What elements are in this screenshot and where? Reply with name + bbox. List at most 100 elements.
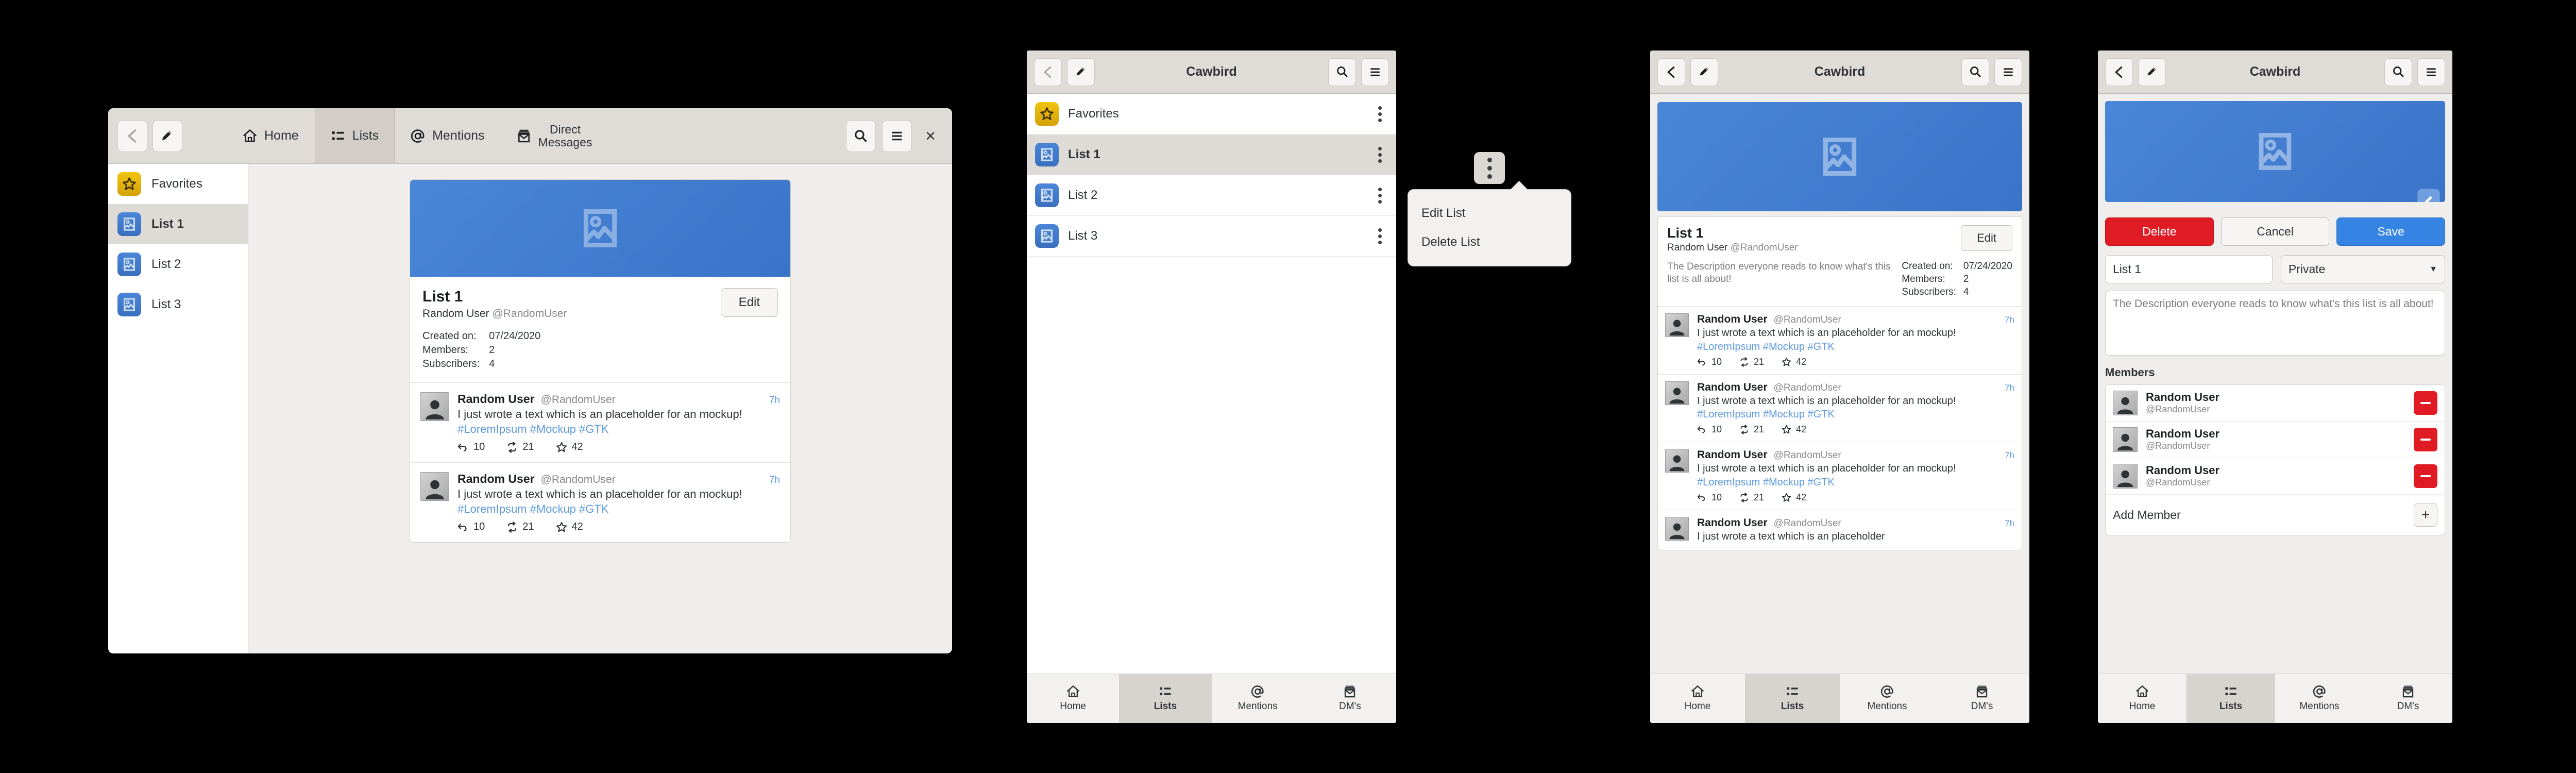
search-button[interactable]	[846, 120, 876, 152]
nav-lists[interactable]: Lists	[1119, 674, 1212, 723]
back-button[interactable]	[2105, 58, 2133, 86]
compose-button[interactable]	[1690, 58, 1718, 86]
tweet-hashtags[interactable]: #LoremIpsum #Mockup #GTK	[1697, 409, 2014, 421]
retweet-action[interactable]: 21	[506, 441, 534, 453]
envelope-icon	[1344, 685, 1356, 698]
save-button[interactable]: Save	[2336, 217, 2446, 246]
person-icon	[1669, 320, 1685, 336]
nav-home[interactable]: Home	[2098, 674, 2187, 723]
retweet-action[interactable]: 21	[1739, 424, 1764, 435]
row-menu-button[interactable]	[1372, 184, 1388, 207]
retweet-action[interactable]: 21	[506, 521, 534, 533]
tweet-author-name: Random User	[457, 392, 535, 406]
nav-mentions[interactable]: Mentions	[1840, 674, 1935, 723]
detail-scroll-area[interactable]: List 1 Random User @RandomUser Edit The …	[1650, 94, 2029, 674]
row-menu-button-active[interactable]	[1474, 152, 1505, 184]
back-button[interactable]	[117, 120, 147, 152]
nav-lists[interactable]: Lists	[2187, 674, 2275, 723]
tweet-hashtags[interactable]: #LoremIpsum #Mockup #GTK	[457, 423, 780, 436]
reply-action[interactable]: 10	[1697, 357, 1722, 367]
reply-action[interactable]: 10	[457, 441, 485, 453]
back-button[interactable]	[1657, 58, 1685, 86]
nav-home[interactable]: Home	[1650, 674, 1745, 723]
edit-scroll-area[interactable]: Delete Cancel Save List 1 Private ▼ The …	[2098, 94, 2452, 674]
nav-lists[interactable]: Lists	[1745, 674, 1840, 723]
close-button[interactable]: ×	[918, 127, 943, 145]
reply-action[interactable]: 10	[1697, 492, 1722, 503]
compose-button[interactable]	[152, 120, 182, 152]
remove-member-button[interactable]	[2414, 428, 2437, 451]
menu-item-edit-list[interactable]: Edit List	[1408, 199, 1571, 228]
list-name-input[interactable]: List 1	[2105, 255, 2273, 283]
menu-button[interactable]	[882, 120, 912, 152]
edit-banner-button[interactable]	[2417, 189, 2440, 202]
favorite-action[interactable]: 42	[1782, 424, 1806, 435]
sidebar-item-list-3[interactable]: List 3	[108, 284, 248, 325]
delete-button[interactable]: Delete	[2105, 217, 2214, 246]
tab-mentions[interactable]: Mentions	[395, 108, 500, 163]
list-item-list-2[interactable]: List 2	[1027, 175, 1396, 216]
tweet-row[interactable]: Random User @RandomUser 7h I just wrote …	[1658, 510, 2022, 550]
row-menu-button[interactable]	[1372, 225, 1388, 247]
reply-action[interactable]: 10	[457, 521, 485, 533]
nav-mentions[interactable]: Mentions	[2275, 674, 2364, 723]
member-row[interactable]: Random User @RandomUser	[2106, 385, 2445, 422]
member-row[interactable]: Random User @RandomUser	[2106, 422, 2445, 458]
retweet-action[interactable]: 21	[1739, 492, 1764, 503]
row-menu-button[interactable]	[1372, 103, 1388, 125]
remove-member-button[interactable]	[2414, 464, 2437, 488]
compose-button[interactable]	[2138, 58, 2166, 86]
list-description-textarea[interactable]: The Description everyone reads to know w…	[2105, 291, 2445, 356]
favorite-action[interactable]: 42	[1782, 357, 1806, 367]
remove-member-button[interactable]	[2414, 391, 2437, 415]
list-item-favorites[interactable]: Favorites	[1027, 94, 1396, 135]
reply-action[interactable]: 10	[1697, 424, 1722, 435]
tweet-hashtags[interactable]: #LoremIpsum #Mockup #GTK	[1697, 477, 2014, 489]
list-item-list-1[interactable]: List 1	[1027, 135, 1396, 175]
row-menu-button[interactable]	[1372, 144, 1388, 166]
pencil-icon	[2424, 195, 2432, 202]
nav-dms[interactable]: DM's	[2364, 674, 2452, 723]
tweet-row[interactable]: Random User @RandomUser 7h I just wrote …	[410, 463, 790, 542]
cancel-button[interactable]: Cancel	[2221, 217, 2330, 246]
menu-item-delete-list[interactable]: Delete List	[1408, 228, 1571, 257]
nav-dms[interactable]: DM's	[1935, 674, 2029, 723]
menu-button[interactable]	[1361, 58, 1389, 86]
compose-button[interactable]	[1067, 58, 1095, 86]
favorite-action[interactable]: 42	[556, 441, 583, 453]
sidebar-item-list-1[interactable]: List 1	[108, 204, 248, 244]
tweet-row[interactable]: Random User @RandomUser 7h I just wrote …	[1658, 442, 2022, 510]
edit-button[interactable]: Edit	[1961, 225, 2012, 251]
tweet-hashtags[interactable]: #LoremIpsum #Mockup #GTK	[457, 502, 780, 516]
tab-home[interactable]: Home	[227, 108, 315, 163]
tab-direct-messages[interactable]: Direct Messages	[501, 108, 608, 163]
header-right-actions	[1328, 58, 1389, 86]
member-row[interactable]: Random User @RandomUser	[2106, 458, 2445, 495]
search-button[interactable]	[2384, 58, 2412, 86]
privacy-select[interactable]: Private ▼	[2280, 255, 2445, 283]
retweet-action[interactable]: 21	[1739, 357, 1764, 367]
sidebar-item-list-2[interactable]: List 2	[108, 244, 248, 284]
add-member-row[interactable]: Add Member +	[2106, 495, 2445, 535]
tweet-row[interactable]: Random User @RandomUser 7h I just wrote …	[1658, 307, 2022, 375]
edit-button[interactable]: Edit	[720, 288, 778, 317]
favorite-action[interactable]: 42	[556, 521, 583, 533]
search-button[interactable]	[1961, 58, 1989, 86]
favorite-action[interactable]: 42	[1782, 492, 1806, 503]
tweet-row[interactable]: Random User @RandomUser 7h I just wrote …	[410, 383, 790, 463]
tweet-row[interactable]: Random User @RandomUser 7h I just wrote …	[1658, 375, 2022, 443]
nav-home[interactable]: Home	[1027, 674, 1119, 723]
nav-mentions[interactable]: Mentions	[1212, 674, 1304, 723]
tweet-hashtags[interactable]: #LoremIpsum #Mockup #GTK	[1697, 341, 2014, 353]
sidebar-item-favorites[interactable]: Favorites	[108, 164, 248, 204]
menu-button[interactable]	[1994, 58, 2022, 86]
add-member-button[interactable]: +	[2414, 503, 2437, 527]
hamburger-icon	[2004, 68, 2013, 76]
list-item-list-3[interactable]: List 3	[1027, 216, 1396, 257]
nav-dms[interactable]: DM's	[1304, 674, 1396, 723]
search-button[interactable]	[1328, 58, 1356, 86]
menu-button[interactable]	[2417, 58, 2445, 86]
back-button[interactable]	[1034, 58, 1062, 86]
retweet-icon	[508, 441, 517, 453]
tab-lists[interactable]: Lists	[314, 108, 395, 163]
